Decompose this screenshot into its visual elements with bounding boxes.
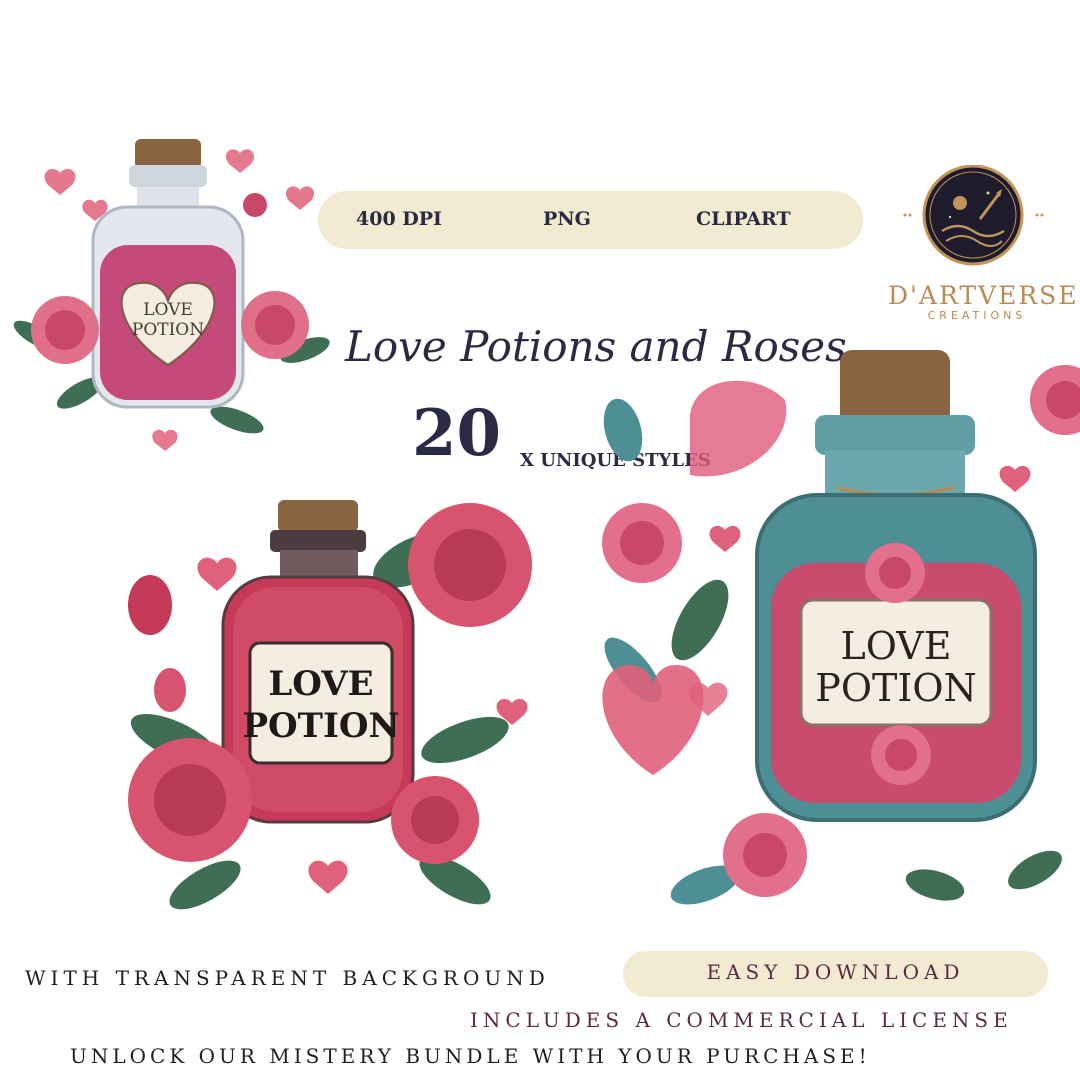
large-label-line1: LOVE xyxy=(841,624,952,668)
clipart-badge: CLIPART xyxy=(696,208,791,230)
format-badge-bar: 400 DPI PNG CLIPART xyxy=(318,191,863,249)
transparent-background-note: WITH TRANSPARENT BACKGROUND xyxy=(25,966,550,990)
png-badge: PNG xyxy=(543,208,591,230)
easy-download-label: EASY DOWNLOAD xyxy=(706,960,965,984)
rose-icon xyxy=(408,503,532,627)
petal-icon xyxy=(690,380,787,477)
small-potion-illustration: LOVE POTION xyxy=(13,139,330,451)
rose-bud-icon xyxy=(243,193,267,217)
rose-icon xyxy=(128,738,252,862)
easy-download-badge: EASY DOWNLOAD xyxy=(623,951,1048,997)
brand-sub: CREATIONS xyxy=(927,309,1027,322)
center-potion-illustration: LOVE POTION xyxy=(128,500,532,910)
small-label-line2: POTION xyxy=(132,320,204,340)
dpi-badge: 400 DPI xyxy=(356,208,442,230)
small-label-line1: LOVE xyxy=(143,300,193,320)
style-count: 20 xyxy=(412,396,502,471)
center-label-line2: POTION xyxy=(242,706,399,746)
brand-emblem-icon xyxy=(903,164,1044,266)
brand-name: D'ARTVERSE xyxy=(888,281,1079,310)
commercial-license-note: INCLUDES A COMMERCIAL LICENSE xyxy=(470,1008,1013,1032)
rose-icon xyxy=(391,776,479,864)
rose-bud-icon xyxy=(128,575,186,712)
mystery-bundle-note: UNLOCK OUR MISTERY BUNDLE WITH YOUR PURC… xyxy=(70,1044,871,1068)
center-label-line1: LOVE xyxy=(268,664,373,704)
brand-logo: D'ARTVERSE CREATIONS xyxy=(880,164,1077,325)
large-potion-illustration: LOVE POTION xyxy=(602,350,1080,905)
large-label-line2: POTION xyxy=(815,666,976,710)
cork-icon xyxy=(278,500,358,532)
